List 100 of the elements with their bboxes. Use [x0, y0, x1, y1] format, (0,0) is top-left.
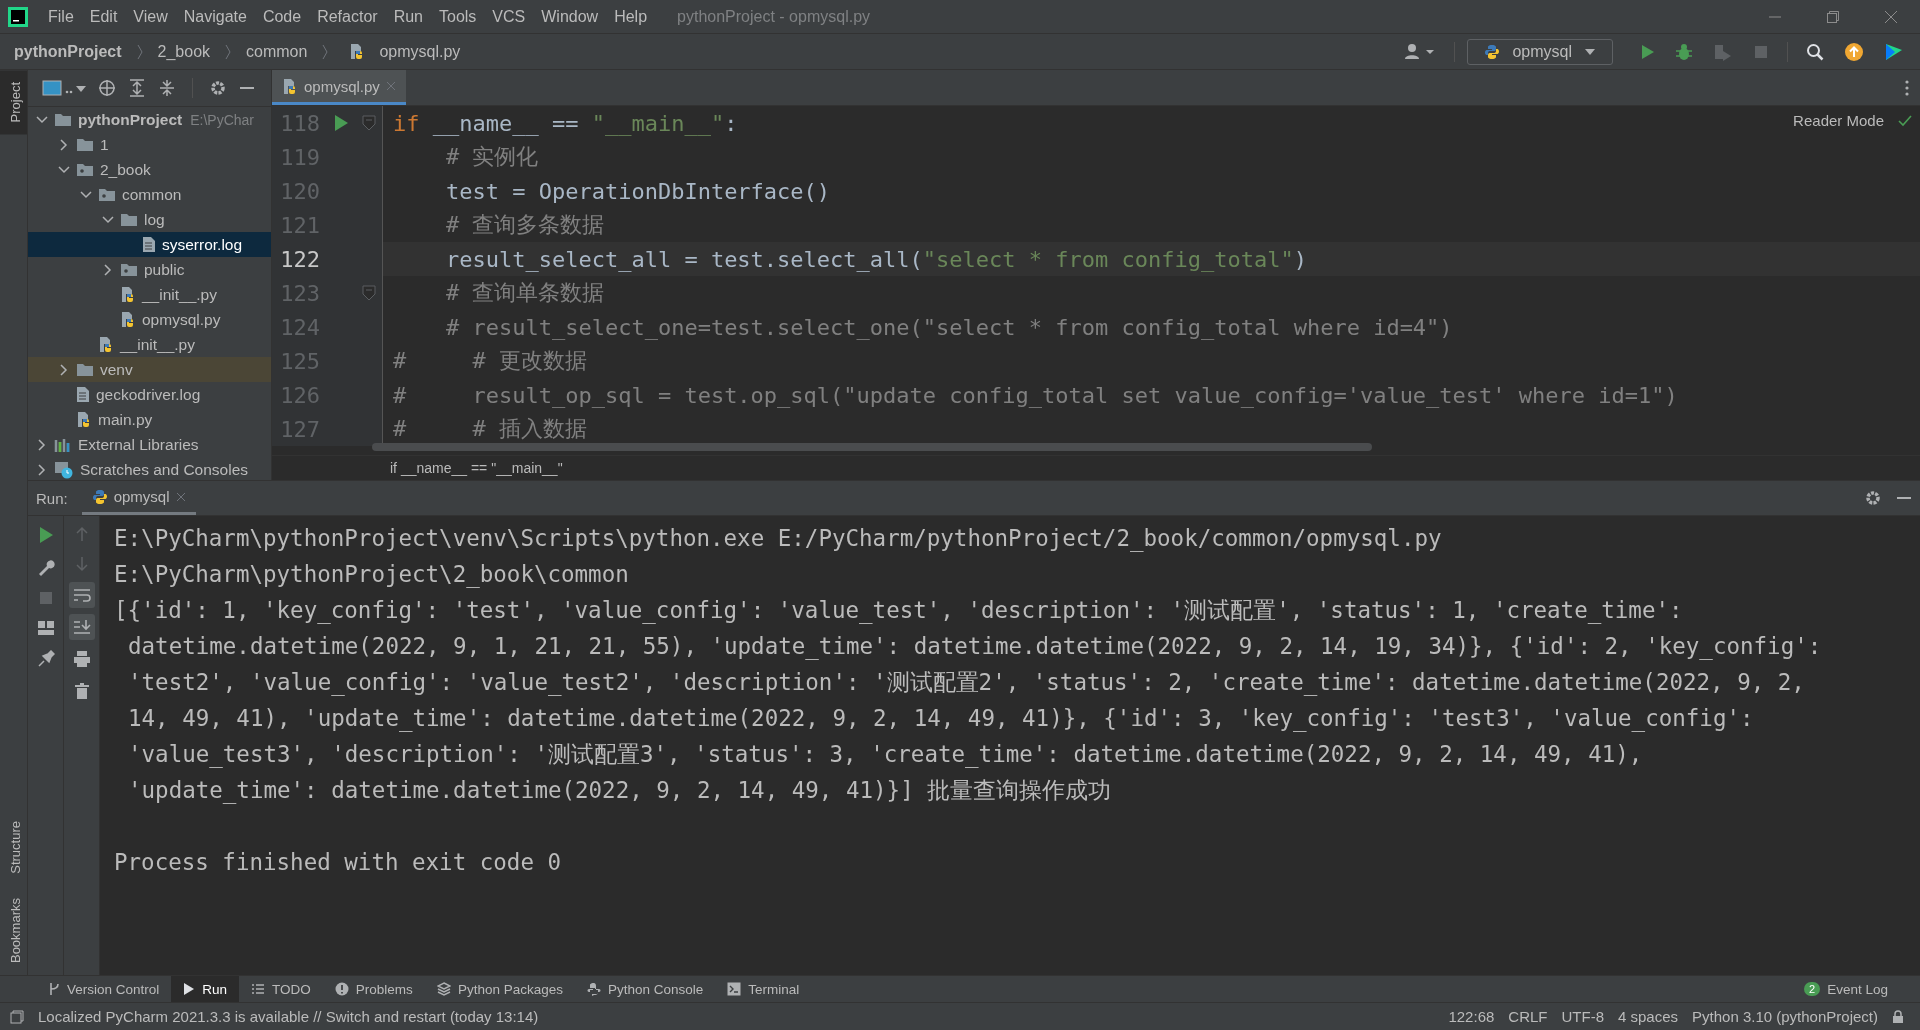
chevron-down-icon[interactable] [36, 113, 48, 126]
folder-icon [54, 112, 72, 127]
code-line: test = OperationDbInterface() [444, 178, 831, 204]
more-options-icon[interactable] [1904, 78, 1910, 97]
restore-icon[interactable] [1826, 9, 1840, 24]
collapse-all-icon[interactable] [158, 79, 176, 97]
status-bar-item[interactable]: 122:68 [1448, 1008, 1495, 1025]
run-gutter-icon[interactable] [333, 114, 349, 132]
trash-icon[interactable] [73, 682, 90, 700]
run-icon[interactable] [1639, 42, 1655, 61]
close-icon[interactable] [1884, 9, 1898, 24]
tree-item[interactable]: venv [28, 357, 271, 382]
menu-item[interactable]: Run [385, 7, 431, 26]
text-file-icon [76, 386, 90, 403]
caret-icon[interactable] [1584, 47, 1596, 56]
view-mode-dropdown-icon[interactable] [42, 79, 86, 97]
tree-item[interactable]: 2_book [28, 157, 271, 182]
lock-icon[interactable] [1892, 1009, 1904, 1024]
print-icon[interactable] [72, 650, 91, 668]
fold-marker-icon[interactable] [362, 284, 376, 302]
tree-item[interactable]: Scratches and Consoles [28, 457, 271, 482]
breadcrumb-item[interactable]: pythonProject [14, 42, 122, 61]
menu-item[interactable]: Refactor [309, 7, 386, 26]
tree-item[interactable]: __init__.py [28, 332, 271, 357]
scroll-to-end-icon[interactable] [68, 614, 95, 640]
side-tab[interactable]: Project [0, 70, 27, 135]
tool-window-button[interactable]: Terminal [715, 976, 812, 1002]
tree-item[interactable]: __init__.py [28, 282, 271, 307]
reader-mode-link[interactable]: Reader Mode [1793, 112, 1884, 129]
toolbox-logo-icon[interactable] [1884, 41, 1904, 62]
tree-item[interactable]: common [28, 182, 271, 207]
rerun-icon[interactable] [37, 526, 54, 544]
status-bar-item[interactable]: UTF-8 [1561, 1008, 1604, 1025]
menu-item[interactable]: Edit [81, 7, 126, 26]
menu-item[interactable]: Tools [431, 7, 485, 26]
menu-item[interactable]: Code [254, 7, 310, 26]
chevron-down-icon[interactable] [58, 163, 70, 176]
menu-item[interactable]: Window [533, 7, 607, 26]
breadcrumb-item[interactable]: common [246, 42, 308, 61]
chevron-icon [321, 42, 330, 61]
code-line: # 实例化 [444, 143, 539, 171]
chevron-right-icon[interactable] [102, 263, 114, 276]
tree-item[interactable]: External Libraries [28, 432, 271, 457]
breadcrumb-item[interactable]: opmysql.py [379, 42, 461, 61]
tree-item[interactable]: main.py [28, 407, 271, 432]
user-dropdown-icon[interactable] [1404, 42, 1437, 61]
tree-item[interactable]: log [28, 207, 271, 232]
search-icon[interactable] [1806, 42, 1824, 61]
status-bar-item[interactable]: Python 3.10 (pythonProject) [1692, 1008, 1878, 1025]
layout-icon[interactable] [36, 620, 55, 636]
chevron-right-icon[interactable] [36, 463, 48, 476]
menu-item[interactable]: File [40, 7, 82, 26]
tree-item-label: main.py [98, 410, 153, 429]
window-title: pythonProject - opmysql.py [677, 7, 871, 26]
fold-marker-icon[interactable] [362, 114, 376, 132]
pin-icon[interactable] [36, 650, 55, 668]
breadcrumb-item[interactable]: 2_book [157, 42, 211, 61]
expand-all-icon[interactable] [128, 79, 146, 97]
tool-window-button[interactable]: Python Packages [424, 976, 575, 1002]
tool-window-button[interactable]: Problems [322, 976, 425, 1002]
tree-item[interactable]: public [28, 257, 271, 282]
code-breadcrumb[interactable]: if __name__ == "__main__" [390, 460, 563, 476]
side-tab[interactable]: Structure [0, 809, 27, 886]
horizontal-scrollbar[interactable] [372, 443, 1372, 451]
side-tab[interactable]: Bookmarks [0, 885, 27, 975]
chevron-right-icon[interactable] [58, 138, 70, 151]
code-line: # result_op_sql = test.op_sql("update config_total set value_config='value_test' where id=1") [392, 382, 1678, 408]
locate-icon[interactable] [98, 79, 116, 97]
tree-item[interactable]: pythonProject E:\PyChar [28, 107, 271, 132]
code-line: # 查询单条数据 [444, 279, 605, 307]
app-logo-icon[interactable] [8, 6, 28, 27]
chevron-right-icon[interactable] [58, 363, 70, 376]
tool-window-button[interactable]: Version Control [36, 976, 172, 1002]
tree-item[interactable]: geckodriver.log [28, 382, 271, 407]
editor-tab[interactable]: opmysql.py [272, 70, 406, 105]
settings-icon[interactable] [1864, 489, 1882, 507]
chevron-right-icon[interactable] [36, 438, 48, 451]
tree-item[interactable]: 1 [28, 132, 271, 157]
menu-item[interactable]: Help [606, 7, 656, 26]
status-bar-item[interactable]: CRLF [1508, 1008, 1548, 1025]
menu-item[interactable]: View [125, 7, 176, 26]
run-configuration-dropdown[interactable]: opmysql [1467, 38, 1613, 65]
update-icon[interactable] [1844, 41, 1864, 62]
chevron-down-icon[interactable] [80, 188, 92, 201]
status-message[interactable]: Localized PyCharm 2021.3.3 is available // Switch and restart (today 13:14) [38, 1008, 539, 1025]
tool-window-button[interactable]: Run [171, 976, 240, 1002]
settings-icon[interactable] [209, 79, 227, 97]
menu-item[interactable]: VCS [484, 7, 534, 26]
bug-icon[interactable] [1675, 42, 1693, 61]
tool-window-button[interactable]: TODO [239, 976, 323, 1002]
tree-item[interactable]: opmysql.py [28, 307, 271, 332]
tool-window-button[interactable]: Python Console [574, 976, 716, 1002]
menu-item[interactable]: Navigate [175, 7, 255, 26]
event-log-button[interactable]: 2 Event Log [1792, 976, 1900, 1002]
module-folder-icon [76, 162, 94, 177]
status-bar-item[interactable]: 4 spaces [1618, 1008, 1679, 1025]
panel-toggle-icon[interactable] [10, 1009, 24, 1024]
chevron-down-icon[interactable] [102, 213, 114, 226]
soft-wrap-icon[interactable] [68, 582, 95, 608]
tree-item[interactable]: syserror.log [28, 232, 271, 257]
